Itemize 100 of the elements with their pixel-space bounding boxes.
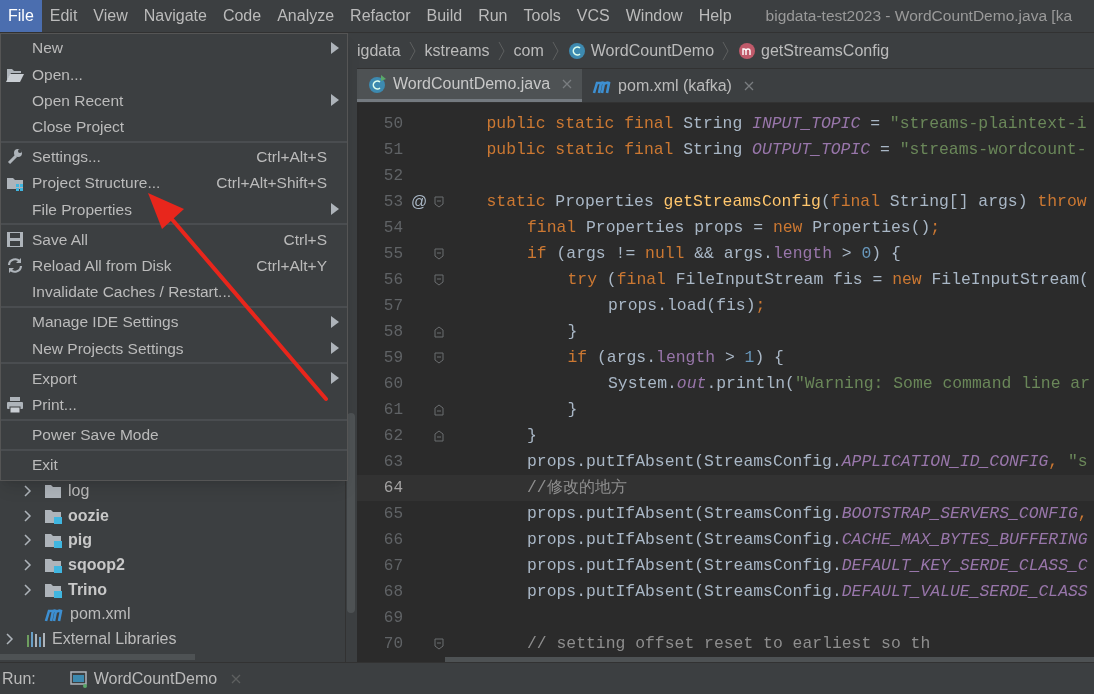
tree-item[interactable]: Trino xyxy=(0,577,345,602)
maven-icon xyxy=(44,606,64,623)
menu-bar-item[interactable]: Navigate xyxy=(135,0,215,32)
module-folder-icon xyxy=(44,532,62,549)
breadcrumb[interactable]: WordCountDemo xyxy=(567,38,715,63)
code-token: props.putIfAbsent(StreamsConfig. xyxy=(527,581,842,601)
code-token: //修改的地方 xyxy=(527,477,627,497)
code-token: Properties() xyxy=(811,217,931,237)
menu-item[interactable]: Project Structure... Ctrl+Alt+Shift+S xyxy=(1,169,347,197)
run-tab[interactable]: WordCountDemo xyxy=(69,666,242,691)
menu-bar-item[interactable]: Window xyxy=(617,0,691,32)
line-number: 62 xyxy=(382,426,403,447)
code-token: .println( xyxy=(706,373,795,393)
menu-bar-item[interactable]: Edit xyxy=(41,0,86,32)
menu-bar-item[interactable]: Run xyxy=(470,0,516,32)
code-token: INPUT_TOPIC xyxy=(752,113,861,133)
menu-item[interactable]: Open... xyxy=(1,61,347,88)
code-token: props.putIfAbsent(StreamsConfig. xyxy=(527,555,842,575)
module-folder-icon xyxy=(44,507,62,524)
code-token: } xyxy=(567,399,578,419)
code-token: 1 xyxy=(744,347,755,367)
editor-tab[interactable]: WordCountDemo.java xyxy=(357,69,583,102)
code-token: CACHE_MAX_BYTES_BUFFERING xyxy=(841,529,1088,549)
code-token: "Warning: Some command line ar xyxy=(794,373,1090,393)
menu-item[interactable]: Save All Ctrl+S xyxy=(1,226,347,253)
code-token: "streams-wordcount- xyxy=(899,139,1087,159)
menu-item[interactable]: Manage IDE Settings xyxy=(1,308,347,336)
tree-item[interactable]: log xyxy=(0,479,345,504)
line-number: 63 xyxy=(382,452,403,473)
breadcrumb[interactable]: igdata xyxy=(357,38,401,63)
menu-item[interactable]: File Properties xyxy=(1,196,347,223)
code-token: "s xyxy=(1067,451,1088,471)
menu-bar-item[interactable]: Code xyxy=(214,0,270,32)
line-number: 65 xyxy=(382,504,403,525)
folder-icon xyxy=(44,483,62,500)
scrollbar[interactable] xyxy=(347,413,355,613)
breadcrumb[interactable]: getStreamsConfig xyxy=(738,38,890,63)
code-token: String xyxy=(682,113,744,133)
menu-item[interactable]: Exit xyxy=(1,451,347,478)
line-number: 50 xyxy=(382,114,403,135)
line-number: 64 xyxy=(382,478,403,499)
tree-item[interactable]: pom.xml xyxy=(0,601,345,627)
menu-item[interactable]: New Projects Settings xyxy=(1,335,347,362)
line-number: 52 xyxy=(382,166,403,187)
line-number: 66 xyxy=(382,530,403,551)
code-token: > xyxy=(840,243,853,263)
menu-item[interactable]: New xyxy=(1,35,347,62)
menu-bar-item[interactable]: Tools xyxy=(515,0,569,32)
code-token: Properties xyxy=(554,191,655,211)
line-number: 58 xyxy=(382,322,403,343)
breadcrumb[interactable]: kstreams xyxy=(424,38,490,63)
code-token: APPLICATION_ID_CONFIG xyxy=(841,451,1049,471)
code-token: length xyxy=(656,347,716,367)
menu-bar-item[interactable]: Build xyxy=(418,0,471,32)
code-token: final xyxy=(527,217,577,237)
tree-item[interactable]: External Libraries xyxy=(0,626,345,652)
tree-item[interactable]: sqoop2 xyxy=(0,552,345,578)
menu-item[interactable]: Export xyxy=(1,365,347,392)
code-token: OUTPUT_TOPIC xyxy=(752,139,871,159)
code-token: props.putIfAbsent(StreamsConfig. xyxy=(527,503,842,523)
method-icon xyxy=(738,41,757,60)
close-icon xyxy=(743,80,754,91)
editor-tab[interactable]: pom.xml (kafka) xyxy=(582,69,764,102)
code-token: 0 xyxy=(861,243,872,263)
tree-item[interactable]: oozie xyxy=(0,503,345,529)
code-token: , xyxy=(1077,503,1088,523)
menu-bar-item[interactable]: Help xyxy=(690,0,740,32)
code-token: ) { xyxy=(754,347,784,367)
run-label: Run: xyxy=(2,668,36,689)
tree-item[interactable]: pig xyxy=(0,528,345,553)
menu-item[interactable]: Open Recent xyxy=(1,87,347,114)
code-token: static xyxy=(486,191,546,211)
menu-item[interactable]: Close Project xyxy=(1,113,347,140)
code-token: if xyxy=(567,347,588,367)
line-number: 67 xyxy=(382,556,403,577)
menu-bar-item[interactable]: VCS xyxy=(568,0,618,32)
code-token: Properties props = xyxy=(585,217,765,237)
line-number: 68 xyxy=(382,582,403,603)
code-token: null xyxy=(645,243,685,263)
class-icon xyxy=(367,74,387,94)
menu-item[interactable]: Invalidate Caches / Restart... xyxy=(1,278,347,305)
menu-item[interactable]: Reload All from Disk Ctrl+Alt+Y xyxy=(1,252,347,279)
code-token: new xyxy=(772,217,803,237)
breadcrumb[interactable]: com xyxy=(513,38,544,63)
menu-bar-item[interactable]: Analyze xyxy=(269,0,343,32)
scrollbar[interactable] xyxy=(445,657,1094,662)
menu-bar-item[interactable]: File xyxy=(0,0,42,32)
close-icon xyxy=(231,673,242,684)
menu-bar-item[interactable]: Refactor xyxy=(342,0,419,32)
menu-item[interactable]: Print... xyxy=(1,391,347,418)
menu-item[interactable]: Settings... Ctrl+Alt+S xyxy=(1,143,347,170)
override-marker[interactable]: @ xyxy=(411,190,431,214)
menu-item[interactable]: Power Save Mode xyxy=(1,421,347,448)
code-token: ; xyxy=(755,295,766,315)
menu-bar-item[interactable]: View xyxy=(85,0,136,32)
line-number: 53 xyxy=(382,192,403,213)
code-token: , xyxy=(1048,451,1059,471)
reload-icon xyxy=(6,257,24,275)
separator-icon xyxy=(408,40,417,61)
code-token: ( xyxy=(820,191,831,211)
